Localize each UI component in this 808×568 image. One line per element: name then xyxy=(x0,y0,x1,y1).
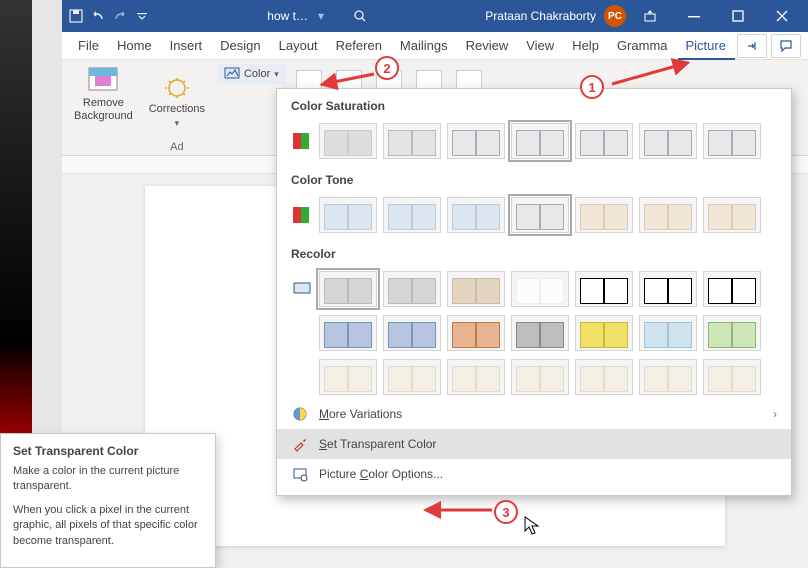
tab-file[interactable]: File xyxy=(70,32,107,60)
ribbon-tabs: File Home Insert Design Layout Referen M… xyxy=(62,32,808,60)
tooltip: Set Transparent Color Make a color in th… xyxy=(0,433,216,568)
saturation-preset[interactable] xyxy=(447,123,505,159)
recolor-preset[interactable] xyxy=(703,315,761,351)
recolor-preset[interactable] xyxy=(383,359,441,395)
recolor-preset[interactable] xyxy=(639,271,697,307)
tone-preset[interactable] xyxy=(639,197,697,233)
tone-preset[interactable] xyxy=(575,197,633,233)
recolor-preset[interactable] xyxy=(319,315,377,351)
close-icon[interactable] xyxy=(762,2,802,30)
recolor-preset[interactable] xyxy=(511,359,569,395)
recolor-preset[interactable] xyxy=(447,271,505,307)
recolor-preset[interactable] xyxy=(703,271,761,307)
annotation-3: 3 xyxy=(494,500,518,524)
arrow-1 xyxy=(606,60,686,95)
tooltip-title: Set Transparent Color xyxy=(13,444,203,458)
corrections-button[interactable]: Corrections ▾ xyxy=(145,74,209,131)
recolor-preset[interactable] xyxy=(639,359,697,395)
saturation-preset[interactable] xyxy=(319,123,377,159)
doc-title: how t… xyxy=(267,9,308,23)
title-bar: how t… ▾ Prataan Chakraborty PC xyxy=(62,0,808,32)
tooltip-body-2: When you click a pixel in the current gr… xyxy=(13,503,203,549)
tone-tool-icon xyxy=(291,204,313,226)
annotation-2: 2 xyxy=(375,56,399,80)
section-recolor: Recolor xyxy=(277,237,791,267)
tooltip-body-1: Make a color in the current picture tran… xyxy=(13,464,203,495)
tab-design[interactable]: Design xyxy=(212,32,268,60)
save-icon[interactable] xyxy=(68,8,84,24)
tone-preset[interactable] xyxy=(383,197,441,233)
arrow-3 xyxy=(430,500,500,525)
ribbon-display-options-icon[interactable] xyxy=(630,2,670,30)
recolor-preset[interactable] xyxy=(383,315,441,351)
recolor-preset[interactable] xyxy=(447,359,505,395)
tab-references[interactable]: Referen xyxy=(328,32,390,60)
avatar[interactable]: PC xyxy=(604,5,626,27)
tab-home[interactable]: Home xyxy=(109,32,160,60)
transparent-eyedropper-icon xyxy=(291,435,309,453)
saturation-preset[interactable] xyxy=(383,123,441,159)
minimize-icon[interactable] xyxy=(674,2,714,30)
set-transparent-color-item[interactable]: Set Transparent Color xyxy=(277,429,791,459)
recolor-preset[interactable] xyxy=(703,359,761,395)
chevron-right-icon: › xyxy=(773,407,777,421)
saturation-preset[interactable] xyxy=(639,123,697,159)
recolor-preset[interactable] xyxy=(575,271,633,307)
saturation-preset-selected[interactable] xyxy=(511,123,569,159)
section-saturation: Color Saturation xyxy=(277,89,791,119)
qat-customize-icon[interactable] xyxy=(134,8,150,24)
color-wheel-icon xyxy=(291,405,309,423)
tab-grammarly[interactable]: Gramma xyxy=(609,32,676,60)
tab-help[interactable]: Help xyxy=(564,32,607,60)
undo-icon[interactable] xyxy=(90,8,106,24)
recolor-preset[interactable] xyxy=(511,315,569,351)
picture-color-options-item[interactable]: Picture Color Options... xyxy=(277,459,791,489)
cursor-icon xyxy=(524,516,540,541)
recolor-preset[interactable] xyxy=(319,359,377,395)
annotation-1: 1 xyxy=(580,75,604,99)
remove-background-button[interactable]: Remove Background xyxy=(70,64,137,125)
saturation-preset[interactable] xyxy=(575,123,633,159)
tab-mailings[interactable]: Mailings xyxy=(392,32,456,60)
tab-review[interactable]: Review xyxy=(458,32,517,60)
section-tone: Color Tone xyxy=(277,163,791,193)
color-dropdown-button[interactable]: Color ▾ xyxy=(217,64,286,84)
share-icon[interactable] xyxy=(737,34,767,58)
recolor-preset[interactable] xyxy=(511,271,569,307)
recolor-preset[interactable] xyxy=(639,315,697,351)
tone-preset[interactable] xyxy=(319,197,377,233)
recolor-preset[interactable] xyxy=(575,359,633,395)
recolor-preset[interactable] xyxy=(383,271,441,307)
recolor-preset[interactable] xyxy=(575,315,633,351)
comments-icon[interactable] xyxy=(771,34,801,58)
redo-icon[interactable] xyxy=(112,8,128,24)
maximize-icon[interactable] xyxy=(718,2,758,30)
saturation-tool-icon xyxy=(291,130,313,152)
recolor-preset[interactable] xyxy=(319,271,377,307)
search-icon[interactable] xyxy=(352,8,368,24)
tone-preset[interactable] xyxy=(447,197,505,233)
tab-view[interactable]: View xyxy=(518,32,562,60)
tone-preset[interactable] xyxy=(703,197,761,233)
recolor-preset[interactable] xyxy=(447,315,505,351)
more-variations-item[interactable]: More Variations › xyxy=(277,399,791,429)
tone-preset-selected[interactable] xyxy=(511,197,569,233)
tab-picture-format[interactable]: Picture Format xyxy=(678,32,735,60)
tab-layout[interactable]: Layout xyxy=(271,32,326,60)
picture-options-icon xyxy=(291,465,309,483)
tab-insert[interactable]: Insert xyxy=(162,32,211,60)
recolor-tool-icon xyxy=(291,278,313,300)
user-name[interactable]: Prataan Chakraborty xyxy=(485,9,596,23)
saturation-preset[interactable] xyxy=(703,123,761,159)
color-dropdown-panel: Color Saturation Color Tone Recolor xyxy=(276,88,792,496)
